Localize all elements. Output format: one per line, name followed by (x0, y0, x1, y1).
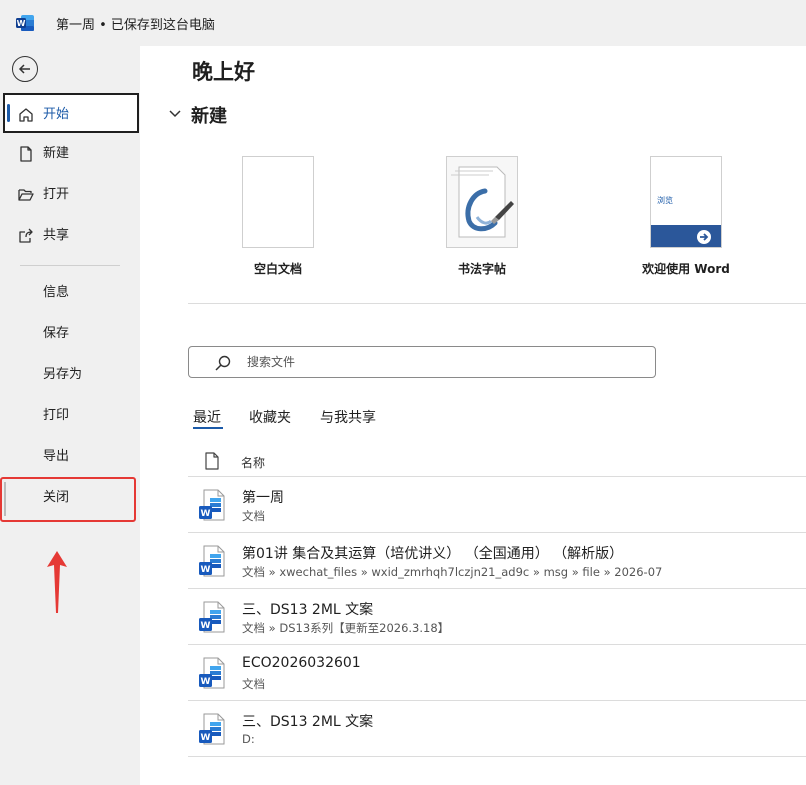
tab-favorites[interactable]: 收藏夹 (249, 407, 291, 427)
template-welcome-word[interactable]: 浏览 欢迎使用 Word (608, 156, 758, 286)
column-header-name[interactable]: 名称 (241, 454, 265, 471)
backstage-sidebar: 开始 新建 打开 共享 信息 保存 另存为 打印 导出 关闭 (0, 46, 140, 785)
template-blank-document[interactable]: 空白文档 (200, 156, 350, 286)
file-list-header: 名称 (188, 446, 806, 477)
back-arrow-icon (18, 64, 30, 74)
svg-text:W: W (201, 733, 211, 743)
new-section-title: 新建 (191, 106, 227, 127)
home-icon (19, 108, 33, 122)
greeting-heading: 晚上好 (192, 60, 255, 84)
template-thumbnail: 浏览 (650, 156, 722, 248)
tab-shared-with-me[interactable]: 与我共享 (320, 407, 376, 427)
sidebar-item-label: 打印 (43, 408, 70, 423)
tab-recent[interactable]: 最近 (193, 407, 221, 427)
sidebar-item-share[interactable]: 共享 (0, 216, 140, 256)
template-label: 空白文档 (253, 262, 302, 276)
sidebar-item-open[interactable]: 打开 (0, 175, 140, 215)
sidebar-item-label: 新建 (43, 146, 70, 161)
template-thumbnail (446, 156, 518, 248)
file-path: D: (242, 732, 255, 746)
share-icon (19, 228, 33, 243)
file-path: 文档 » DS13系列【更新至2026.3.18】 (242, 621, 450, 635)
file-row[interactable]: W 三、DS13 2ML 文案文档 » DS13系列【更新至2026.3.18】 (188, 589, 806, 645)
svg-text:W: W (17, 19, 26, 28)
file-row[interactable]: W 三、DS13 2ML 文案 D: (188, 701, 806, 757)
word-file-icon: W (199, 545, 225, 577)
annotation-highlight-box (0, 477, 136, 522)
sidebar-item-label: 共享 (43, 228, 70, 243)
folder-open-icon (18, 189, 34, 201)
template-calligraphy[interactable]: 书法字帖 (404, 156, 554, 286)
document-icon (205, 452, 219, 470)
file-name: ECO2026032601 (242, 655, 361, 671)
svg-text:W: W (201, 621, 211, 631)
chevron-down-icon[interactable] (168, 106, 182, 120)
sidebar-item-label: 另存为 (43, 367, 83, 382)
calligraphy-brush-icon (451, 166, 514, 238)
word-file-icon: W (199, 601, 225, 633)
word-logo-icon: W (16, 15, 34, 31)
file-path: 文档 » xwechat_files » wxid_zmrhqh7lczjn21… (242, 565, 663, 579)
sidebar-item-export[interactable]: 导出 (0, 437, 140, 477)
file-name: 三、DS13 2ML 文案 (242, 602, 374, 618)
word-file-icon: W (199, 657, 225, 689)
sidebar-item-info[interactable]: 信息 (0, 273, 140, 313)
template-thumbnail (242, 156, 314, 248)
template-label: 书法字帖 (457, 262, 506, 276)
file-row[interactable]: W 第01讲 集合及其运算（培优讲义） （全国通用） （解析版） 文档 » xwe… (188, 533, 806, 589)
back-button[interactable] (12, 56, 38, 82)
active-indicator (7, 104, 10, 122)
arrow-right-circle-icon (697, 230, 711, 244)
search-box[interactable] (188, 346, 656, 378)
svg-text:W: W (201, 509, 211, 519)
active-tab-underline (193, 427, 223, 429)
sidebar-item-new[interactable]: 新建 (0, 134, 140, 174)
backstage-main: 晚上好 新建 空白文档 书法字帖 浏览 欢迎使用 Word 搜索文件 最近 收藏… (140, 46, 806, 785)
sidebar-item-label: 打开 (43, 187, 70, 202)
template-label: 欢迎使用 Word (642, 262, 730, 276)
sidebar-item-print[interactable]: 打印 (0, 396, 140, 436)
sidebar-item-label: 开始 (43, 107, 70, 122)
window-title: 第一周 • 已保存到这台电脑 (56, 18, 215, 33)
sidebar-item-label: 保存 (43, 326, 70, 341)
sidebar-item-home[interactable]: 开始 (3, 93, 139, 133)
annotation-arrow-icon (47, 551, 67, 613)
sidebar-divider (20, 265, 120, 266)
template-thumb-text: 浏览 (657, 196, 673, 205)
file-row[interactable]: W 第一周文档 (188, 477, 806, 533)
search-input[interactable] (247, 352, 627, 372)
word-file-icon: W (199, 713, 225, 745)
word-file-icon: W (199, 489, 225, 521)
sidebar-item-label: 导出 (43, 449, 70, 464)
sidebar-item-save-as[interactable]: 另存为 (0, 355, 140, 395)
svg-text:W: W (201, 677, 211, 687)
file-row[interactable]: W ECO2026032601 文档 (188, 645, 806, 701)
title-bar: W 第一周 • 已保存到这台电脑 (0, 0, 806, 46)
file-name: 第一周 (242, 490, 284, 506)
file-name: 第01讲 集合及其运算（培优讲义） （全国通用） （解析版） (242, 546, 624, 562)
file-path: 文档 (242, 509, 265, 523)
file-name: 三、DS13 2ML 文案 (242, 714, 374, 730)
section-divider (188, 303, 806, 304)
file-path: 文档 (242, 677, 265, 691)
sidebar-item-label: 信息 (43, 285, 70, 300)
svg-text:W: W (201, 565, 211, 575)
new-document-icon (20, 146, 32, 162)
search-icon (215, 355, 231, 371)
sidebar-item-save[interactable]: 保存 (0, 314, 140, 354)
